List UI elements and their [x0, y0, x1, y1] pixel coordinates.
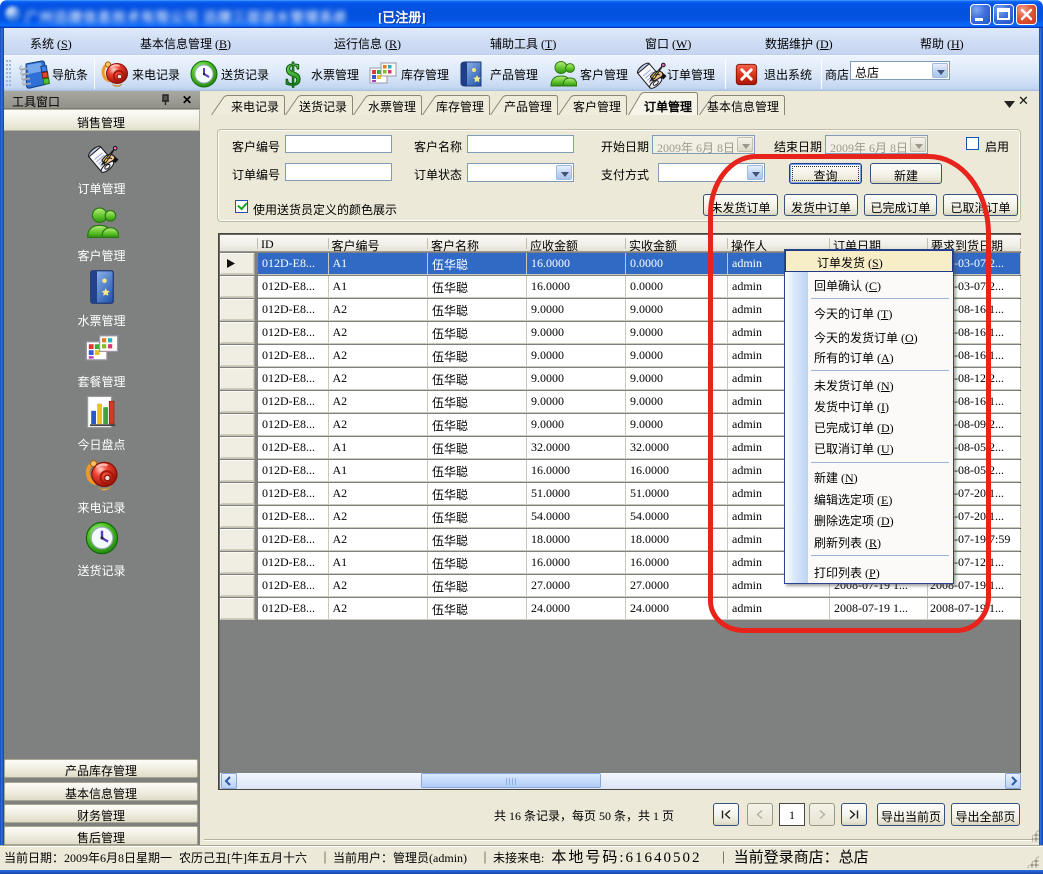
svg-text:$: $ [285, 59, 301, 90]
